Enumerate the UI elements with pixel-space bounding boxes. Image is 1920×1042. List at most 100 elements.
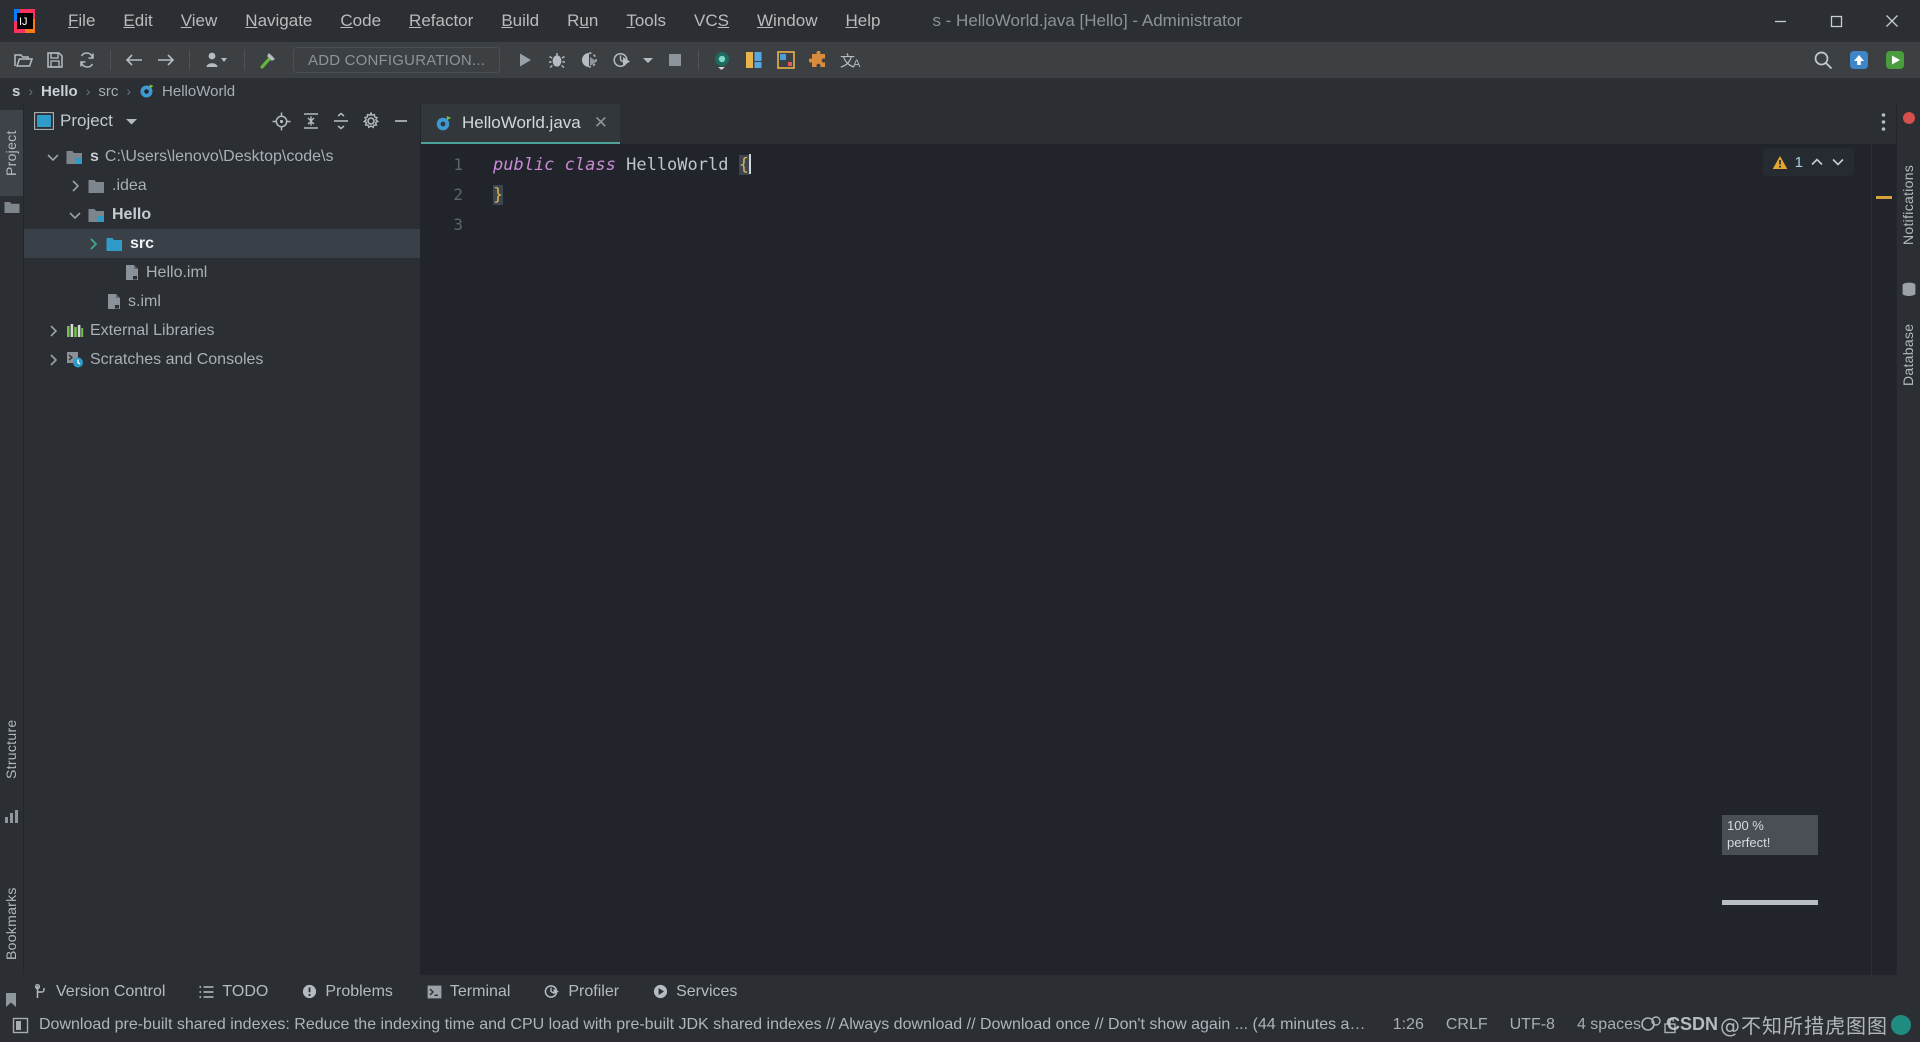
chevron-right-icon[interactable] [46,353,60,367]
build-hammer-icon[interactable] [253,46,283,74]
tree-row-hello[interactable]: Hello [24,200,420,229]
hide-panel-icon[interactable] [388,109,414,133]
collapse-all-icon[interactable] [328,109,354,133]
tool-window-label: TODO [222,982,269,1000]
tree-row-s-iml[interactable]: s.iml [24,287,420,316]
breadcrumb-separator-0: › [28,83,34,99]
indent-setting[interactable]: 4 spaces [1577,1016,1641,1034]
chevron-right-icon[interactable] [46,324,60,338]
breadcrumb-item-3[interactable]: HelloWorld [135,82,239,101]
warning-stripe-mark[interactable] [1876,196,1892,199]
chevron-up-icon[interactable] [1810,157,1824,167]
inspection-gutter[interactable] [1872,144,1896,975]
tree-row-src[interactable]: src [24,229,420,258]
tool-window-services[interactable]: Services [649,981,741,1003]
chevron-down-icon[interactable] [46,150,60,164]
search-everywhere-icon[interactable] [1808,46,1838,74]
tool-window-version-control[interactable]: Version Control [30,981,169,1003]
close-button[interactable] [1864,0,1920,42]
update-project-icon[interactable] [1844,46,1874,74]
profiler-dropdown-icon[interactable] [638,46,658,74]
notifications-badge-icon[interactable] [1901,110,1917,126]
file-encoding[interactable]: UTF-8 [1510,1016,1555,1034]
profiler-run-icon[interactable] [606,46,636,74]
window-title: s - HelloWorld.java [Hello] - Administra… [932,11,1242,30]
synchronize-icon[interactable] [72,46,102,74]
editor-tab-helloworld[interactable]: HelloWorld.java ✕ [421,104,620,144]
chevron-down-icon[interactable] [1831,157,1845,167]
stop-icon[interactable] [660,46,690,74]
menu-item-run[interactable]: Run [553,7,612,35]
layout-inspector-icon[interactable] [771,46,801,74]
menu-item-navigate[interactable]: Navigate [231,7,326,35]
status-message[interactable]: Download pre-built shared indexes: Reduc… [39,1016,1369,1034]
chevron-down-icon[interactable] [68,208,82,222]
tree-row-root[interactable]: s C:\Users\lenovo\Desktop\code\s [24,142,420,171]
menu-item-window[interactable]: Window [743,7,831,35]
chevron-right-icon[interactable] [86,237,100,251]
code-line-2: } [473,180,1872,210]
rail-button-structure[interactable]: Structure [0,694,23,804]
expand-all-icon[interactable] [298,109,324,133]
run-icon[interactable] [510,46,540,74]
menu-item-code[interactable]: Code [326,7,395,35]
tool-window-terminal[interactable]: Terminal [423,981,514,1003]
debug-icon[interactable] [542,46,572,74]
menu-item-help[interactable]: Help [831,7,894,35]
chevron-down-icon[interactable] [125,117,138,126]
menu-item-file[interactable]: FFileile [54,7,109,35]
user-profile-icon[interactable] [198,46,236,74]
editor-scroll-thumb[interactable] [1722,900,1818,905]
open-folder-icon[interactable] [8,46,38,74]
tool-window-todo[interactable]: TODO [195,981,272,1003]
update-ui-designer-icon[interactable] [739,46,769,74]
breadcrumb-item-1[interactable]: Hello [37,82,82,101]
tool-window-profiler[interactable]: Profiler [540,981,623,1003]
breadcrumb-item-0[interactable]: s [8,82,24,101]
menu-item-edit[interactable]: Edit [109,7,166,35]
run-android-icon[interactable] [1880,46,1910,74]
inspection-widget[interactable]: 1 [1762,148,1854,176]
rail-button-database[interactable]: Database [1896,300,1920,410]
toolbar-separator-4 [698,50,700,70]
navigate-forward-icon[interactable] [151,46,181,74]
rail-button-notifications[interactable]: Notifications [1896,130,1920,280]
inspect-code-icon[interactable] [707,46,737,74]
breadcrumb-item-2[interactable]: src [94,82,122,101]
run-with-coverage-icon[interactable] [574,46,604,74]
run-configuration-selector[interactable]: ADD CONFIGURATION... [293,47,501,73]
code-text-area[interactable]: public class HelloWorld { } 100 % perfec… [473,144,1872,975]
locate-icon[interactable] [268,109,294,133]
menu-item-refactor[interactable]: Refactor [395,7,487,35]
translate-icon[interactable]: 文A [835,46,869,74]
line-number: 2 [453,185,463,204]
tree-row-external-libraries[interactable]: External Libraries [24,316,420,345]
tree-row-hello-iml[interactable]: Hello.iml [24,258,420,287]
rail-button-project[interactable]: Project [0,110,23,196]
maximize-button[interactable] [1808,0,1864,42]
save-all-icon[interactable] [40,46,70,74]
tree-row-scratches[interactable]: Scratches and Consoles [24,345,420,374]
chevron-right-icon[interactable] [68,179,82,193]
plugins-puzzle-icon[interactable] [803,46,833,74]
close-icon[interactable]: ✕ [594,113,608,133]
menu-item-tools[interactable]: Tools [612,7,680,35]
bookmark-icon [5,992,17,1008]
menu-item-build[interactable]: Build [487,7,553,35]
menu-item-vcs[interactable]: VCS [680,7,743,35]
caret-position[interactable]: 1:26 [1393,1016,1424,1034]
rail-button-bookmarks[interactable]: Bookmarks [0,864,23,984]
project-tool-window: Project s C:\Users\lenovo\Desktop\code\s… [24,104,420,975]
navigate-back-icon[interactable] [119,46,149,74]
minimize-button[interactable] [1752,0,1808,42]
tool-window-problems[interactable]: Problems [298,981,397,1003]
module-folder-icon [66,149,84,165]
tree-row-idea[interactable]: .idea [24,171,420,200]
settings-gear-icon[interactable] [358,109,384,133]
menu-item-view[interactable]: View [167,7,232,35]
editor-area: HelloWorld.java ✕ 1 2 3 public class Hel… [421,104,1896,975]
code-editor[interactable]: 1 2 3 public class HelloWorld { } 100 % … [421,144,1896,975]
event-log-icon[interactable] [12,1017,29,1034]
line-separator[interactable]: CRLF [1446,1016,1488,1034]
more-options-icon[interactable] [1881,112,1886,132]
